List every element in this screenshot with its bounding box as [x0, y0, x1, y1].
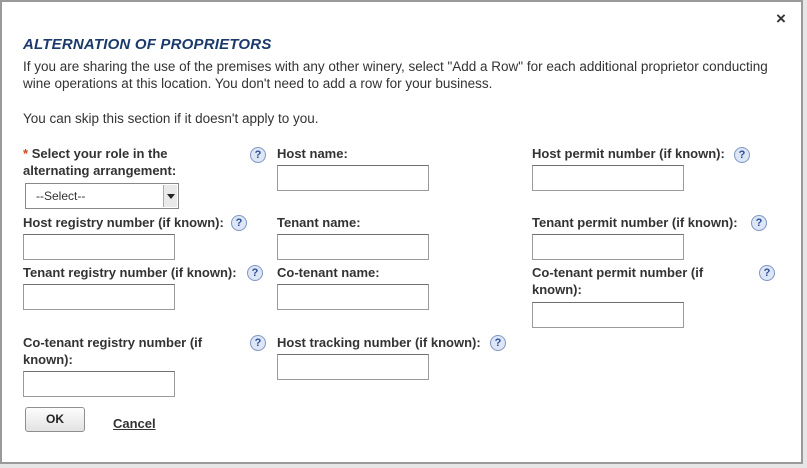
role-help-icon[interactable]: ?: [250, 147, 266, 163]
cotenant-permit-label: Co-tenant permit number (if known):: [532, 265, 704, 297]
tenant-registry-label: Tenant registry number (if known):: [23, 265, 237, 280]
cotenant-permit-input[interactable]: [532, 302, 684, 328]
tenant-name-input[interactable]: [277, 234, 429, 260]
host-permit-help-icon[interactable]: ?: [734, 147, 750, 163]
alternation-dialog: × ALTERNATION OF PROPRIETORS If you are …: [0, 0, 803, 464]
chevron-down-icon[interactable]: [163, 185, 177, 207]
role-select-value: --Select--: [36, 189, 86, 203]
host-name-input[interactable]: [277, 165, 429, 191]
cotenant-registry-input[interactable]: [23, 371, 175, 397]
dialog-title: ALTERNATION OF PROPRIETORS: [23, 36, 272, 53]
host-registry-label: Host registry number (if known):: [23, 215, 224, 230]
cotenant-name-input[interactable]: [277, 284, 429, 310]
role-select[interactable]: --Select--: [25, 183, 179, 209]
required-marker: *: [23, 146, 29, 161]
cancel-link[interactable]: Cancel: [113, 416, 156, 431]
host-tracking-label: Host tracking number (if known):: [277, 335, 481, 350]
tenant-permit-help-icon[interactable]: ?: [751, 215, 767, 231]
ok-button[interactable]: OK: [25, 407, 85, 432]
cotenant-permit-help-icon[interactable]: ?: [759, 265, 775, 281]
role-label-text: Select your role in the alternating arra…: [23, 146, 177, 178]
host-name-label: Host name:: [277, 146, 348, 161]
host-registry-input[interactable]: [23, 234, 175, 260]
host-tracking-help-icon[interactable]: ?: [490, 335, 506, 351]
tenant-name-label: Tenant name:: [277, 215, 361, 230]
tenant-permit-input[interactable]: [532, 234, 684, 260]
cotenant-registry-help-icon[interactable]: ?: [250, 335, 266, 351]
tenant-permit-label: Tenant permit number (if known):: [532, 215, 738, 230]
cotenant-registry-label: Co-tenant registry number (if known):: [23, 335, 203, 367]
role-label: * Select your role in the alternating ar…: [23, 145, 213, 179]
tenant-registry-input[interactable]: [23, 284, 175, 310]
skip-note: You can skip this section if it doesn't …: [23, 111, 319, 126]
host-permit-label: Host permit number (if known):: [532, 146, 725, 161]
close-icon[interactable]: ×: [773, 10, 789, 27]
host-tracking-input[interactable]: [277, 354, 429, 380]
host-registry-help-icon[interactable]: ?: [231, 215, 247, 231]
cotenant-name-label: Co-tenant name:: [277, 265, 380, 280]
tenant-registry-help-icon[interactable]: ?: [247, 265, 263, 281]
dialog-intro: If you are sharing the use of the premis…: [23, 59, 768, 91]
host-permit-input[interactable]: [532, 165, 684, 191]
